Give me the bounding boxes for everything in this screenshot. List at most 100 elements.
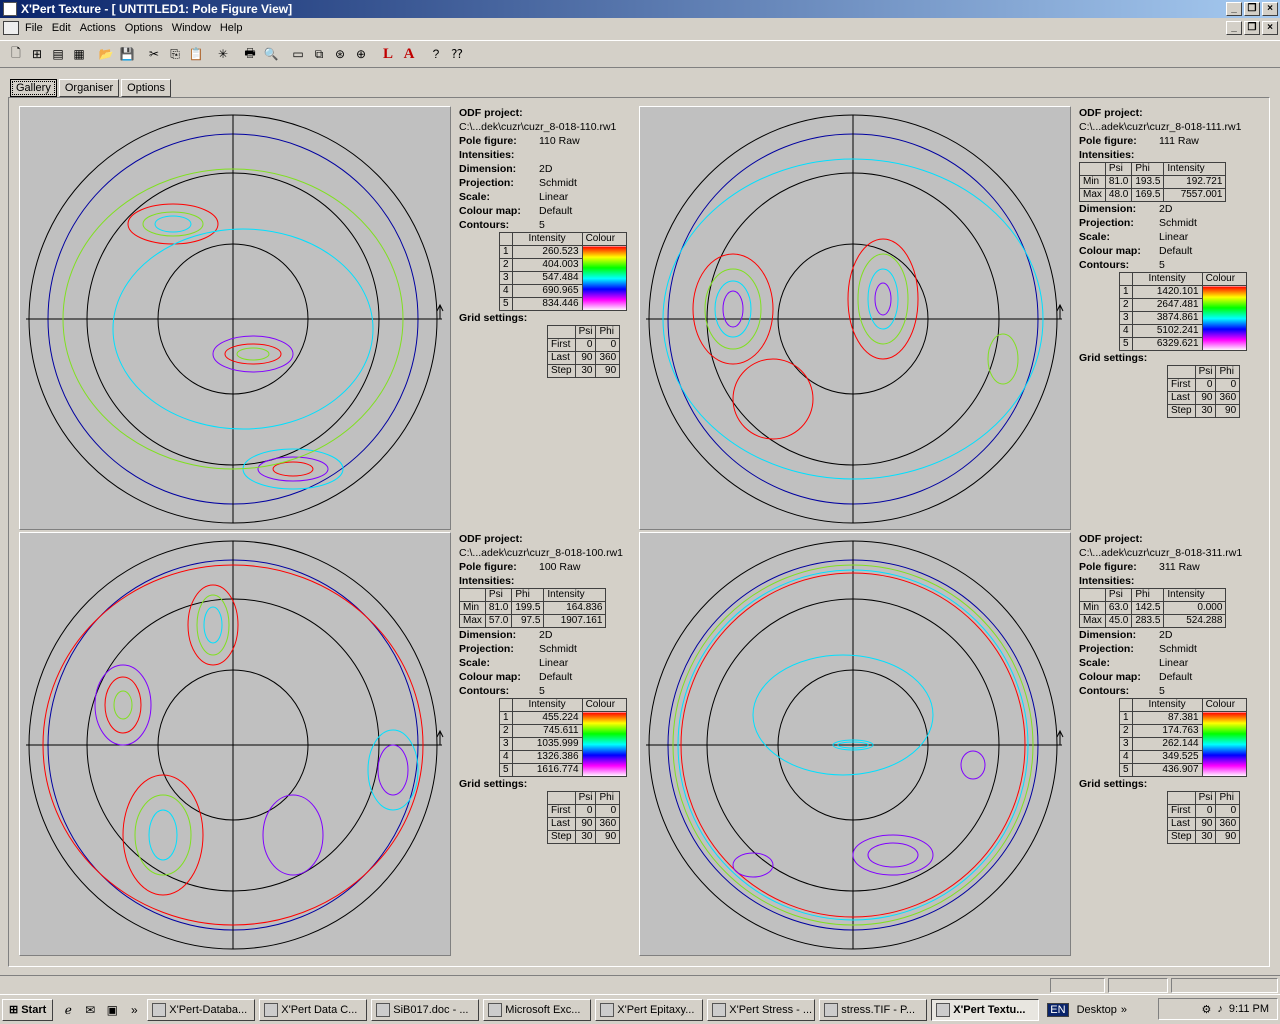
grid-settings-table: Psi Phi First 0 0 Last 90 360 Step 30 90 [547,325,621,378]
new-view-icon[interactable]: ▤ [48,44,68,64]
new-gallery-icon[interactable]: ⊞ [27,44,47,64]
menu-file[interactable]: File [25,20,50,36]
mdi-restore-button[interactable]: ❐ [1244,21,1260,35]
new-icon[interactable]: 🗋 [6,44,26,64]
app-icon [152,1002,167,1017]
task-word-doc[interactable]: SiB017.doc - ... [371,998,480,1021]
language-indicator[interactable]: EN [1047,1002,1069,1017]
tab-organiser[interactable]: Organiser [58,79,120,97]
desktop-toolbar[interactable]: Desktop [1077,1004,1117,1016]
network-icon[interactable]: ⚙ [1201,1003,1211,1016]
windows-logo-icon: ⊞ [9,1004,19,1016]
task-xpert-data-collector[interactable]: X'Pert Data C... [259,998,368,1021]
label-a-button[interactable]: A [399,44,419,64]
task-xpert-database[interactable]: X'Pert-Databa... [147,998,256,1021]
projection-row: Projection: Schmidt [1079,643,1197,655]
pole-figure-plot[interactable] [19,106,451,530]
odf-project-label: ODF project: [1079,107,1143,119]
dimension-row: Dimension: 2D [1079,629,1173,641]
mdi-close-button[interactable]: × [1262,21,1278,35]
menu-help[interactable]: Help [220,20,250,36]
contour-line [732,358,814,440]
task-excel[interactable]: Microsoft Exc... [483,998,592,1021]
odf-project-path: C:\...adek\cuzr\cuzr_8-018-111.rw1 [1079,121,1242,133]
intensities-row: Intensities: [1079,149,1135,161]
status-cell-1 [1050,978,1105,993]
label-l-button[interactable]: L [378,44,398,64]
contour-levels-table: Intensity Colour 1 87.381 2 174.763 3 262.144 4 3… [1119,698,1247,777]
save-icon[interactable]: 💾 [117,44,137,64]
copy-icon[interactable]: ⎘ [165,44,185,64]
odf-icon[interactable]: ⊕ [351,44,371,64]
pole-figure-info: ODF project: C:\...adek\cuzr\cuzr_8-018-3… [1079,532,1259,844]
pole-figure-icon[interactable]: ⊛ [330,44,350,64]
tab-gallery[interactable]: Gallery [10,79,57,97]
pole-figure-svg [26,114,444,524]
restore-button[interactable]: ❐ [1244,2,1260,16]
close-button[interactable]: × [1262,2,1278,16]
menu-actions[interactable]: Actions [80,20,123,36]
scale-row: Scale: Linear [459,191,569,203]
pole-figure-plot[interactable] [639,532,1071,956]
document-icon[interactable] [3,21,19,35]
projection-row: Projection: Schmidt [459,643,577,655]
odf-project-label: ODF project: [459,533,523,545]
new-list-icon[interactable]: ▦ [69,44,89,64]
menu-options[interactable]: Options [125,20,170,36]
task-xpert-stress[interactable]: X'Pert Stress - ... [707,998,816,1021]
minimize-button[interactable]: _ [1226,2,1242,16]
pole-figure-plot[interactable] [639,106,1071,530]
contours-row: Contours: 5 [459,219,545,231]
odf-project-label: ODF project: [1079,533,1143,545]
contour-line [367,729,419,811]
outlook-icon[interactable]: ✉ [81,1001,99,1019]
mdi-minimize-button[interactable]: _ [1226,21,1242,35]
grid-settings-table: Psi Phi First 0 0 Last 90 360 Step 30 90 [547,791,621,844]
desktop-more-icon[interactable]: » [1121,1004,1127,1016]
page-icon[interactable]: ▭ [288,44,308,64]
task-paint[interactable]: stress.TIF - P... [819,998,928,1021]
print-icon[interactable]: 🖶 [240,44,260,64]
paste-icon[interactable]: 📋 [186,44,206,64]
clock[interactable]: 9:11 PM [1229,1003,1269,1015]
tab-options[interactable]: Options [121,79,172,97]
contour-line [104,676,142,734]
contour-line [113,690,133,720]
help-icon[interactable]: ? [426,44,446,64]
colour-map-swatch [581,245,627,311]
colour-map-swatch [581,711,627,777]
contour-line [857,253,909,345]
menu-edit[interactable]: Edit [52,20,78,36]
grid-settings-table: Psi Phi First 0 0 Last 90 360 Step 30 90 [1167,791,1241,844]
task-xpert-texture[interactable]: X'Pert Textu... [931,998,1040,1021]
internet-explorer-icon[interactable]: ℯ [59,1001,77,1019]
start-button[interactable]: ⊞ Start [2,998,54,1021]
odf-project-path: C:\...adek\cuzr\cuzr_8-018-311.rw1 [1079,547,1243,559]
excel-icon [488,1002,503,1017]
odf-project-label: ODF project: [459,107,523,119]
grid-settings-row: Grid settings: [459,312,528,324]
export-icon[interactable]: ⧉ [309,44,329,64]
quicklaunch-more-icon[interactable]: » [125,1001,143,1019]
pole-figure-plot[interactable] [19,532,451,956]
whats-this-icon[interactable]: ⁇ [447,44,467,64]
intensities-row: Intensities: [459,575,515,587]
task-xpert-epitaxy[interactable]: X'Pert Epitaxy... [595,998,704,1021]
volume-icon[interactable]: ♪ [1217,1003,1223,1015]
open-icon[interactable]: 📂 [96,44,116,64]
contour-line [867,842,919,868]
intensities-table: Psi Phi Intensity Min 63.0 142.5 0.000 Max 45.… [1079,588,1227,628]
print-preview-icon[interactable]: 🔍 [261,44,281,64]
pole-figure-row: Pole figure: 110 Raw [459,135,580,147]
dimension-row: Dimension: 2D [1079,203,1173,215]
dimension-row: Dimension: 2D [459,629,553,641]
pole-figure-row: Pole figure: 111 Raw [1079,135,1199,147]
taskbar: ⊞ Start ℯ ✉ ▣ » X'Pert-Databa... X'Pert D… [0,994,1280,1024]
projection-row: Projection: Schmidt [1079,217,1197,229]
menu-window[interactable]: Window [172,20,218,36]
settings-icon[interactable]: ✳ [213,44,233,64]
cut-icon[interactable]: ✂ [144,44,164,64]
pole-figure-panel: ODF project: C:\...adek\cuzr\cuzr_8-018-3… [639,532,1259,956]
contour-line [236,347,270,361]
show-desktop-icon[interactable]: ▣ [103,1001,121,1019]
